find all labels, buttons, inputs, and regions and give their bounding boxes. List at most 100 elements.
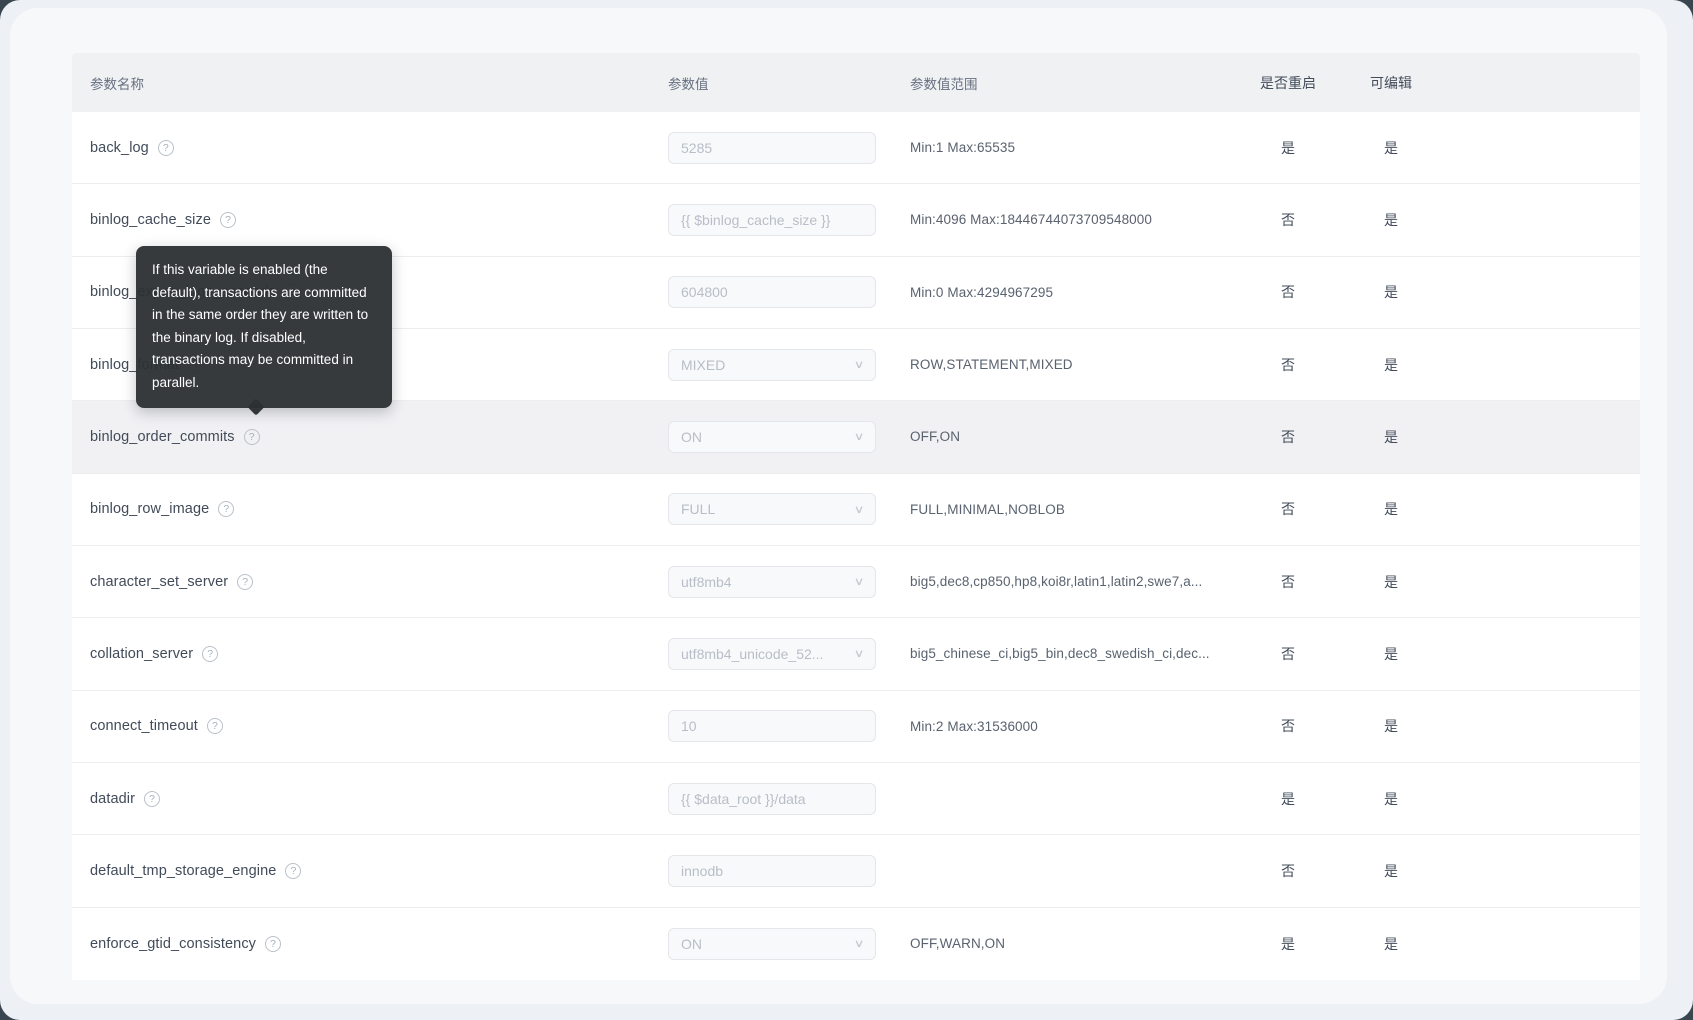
help-icon[interactable]: ? (206, 718, 223, 735)
table-row: enforce_gtid_consistency ? ON ∨ OFF,WARN,… (72, 907, 1640, 980)
param-value-input[interactable] (668, 276, 876, 309)
param-value-select[interactable]: ON ∨ (668, 420, 876, 453)
column-header-editable: 可编辑 (1370, 74, 1412, 91)
param-name: enforce_gtid_consistency (90, 935, 257, 952)
param-name: datadir (90, 790, 136, 807)
select-value: utf8mb4 (681, 573, 732, 590)
table-row: character_set_server ? utf8mb4 ∨ big5,dec… (72, 545, 1640, 619)
help-icon[interactable]: ? (220, 211, 237, 228)
restart-value: 否 (1281, 645, 1295, 662)
param-name: default_tmp_storage_engine (90, 862, 277, 879)
parameter-table: 参数名称 参数值 参数值范围 是否重启 可编辑 back_log ? Min:1… (72, 53, 1640, 980)
help-icon[interactable]: ? (202, 645, 219, 662)
column-header-restart: 是否重启 (1260, 74, 1316, 91)
param-value-cell (668, 854, 910, 887)
param-range: Min:0 Max:4294967295 (910, 284, 1054, 300)
editable-value: 是 (1384, 428, 1398, 445)
param-value-input[interactable] (668, 710, 876, 743)
select-value: ON (681, 935, 702, 952)
param-value-input[interactable] (668, 203, 876, 236)
editable-value: 是 (1384, 573, 1398, 590)
param-value-select[interactable]: FULL ∨ (668, 493, 876, 526)
param-name: binlog_row_image (90, 501, 210, 518)
select-value: utf8mb4_unicode_52... (681, 645, 824, 662)
table-header: 参数名称 参数值 参数值范围 是否重启 可编辑 (72, 53, 1640, 112)
help-icon[interactable]: ? (265, 935, 282, 952)
help-icon[interactable]: ? (243, 428, 260, 445)
param-range: Min:4096 Max:18446744073709548000 (910, 212, 1153, 228)
param-value-select[interactable]: utf8mb4 ∨ (668, 565, 876, 598)
param-name: character_set_server (90, 573, 229, 590)
app-frame: 参数名称 参数值 参数值范围 是否重启 可编辑 back_log ? Min:1… (0, 0, 1693, 1020)
editable-value: 是 (1384, 501, 1398, 518)
editable-value: 是 (1384, 284, 1398, 301)
table-row: back_log ? Min:1 Max:65535 是 是 (72, 112, 1640, 185)
table-row: datadir ? 是 是 (72, 762, 1640, 836)
param-value-cell: ON ∨ (668, 420, 910, 453)
param-range: big5,dec8,cp850,hp8,koi8r,latin1,latin2,… (910, 574, 1203, 590)
param-name: binlog_order_commits (90, 428, 235, 445)
editable-value: 是 (1384, 862, 1398, 879)
editable-value: 是 (1384, 718, 1398, 735)
restart-value: 是 (1281, 139, 1295, 156)
param-value-cell: ON ∨ (668, 927, 910, 960)
editable-value: 是 (1384, 356, 1398, 373)
table-row: default_tmp_storage_engine ? 否 是 (72, 835, 1640, 908)
editable-value: 是 (1384, 790, 1398, 807)
help-icon[interactable]: ? (285, 862, 302, 879)
restart-value: 是 (1281, 935, 1295, 952)
table-row: collation_server ? utf8mb4_unicode_52...… (72, 618, 1640, 691)
restart-value: 否 (1281, 862, 1295, 879)
param-range: FULL,MINIMAL,NOBLOB (910, 501, 1065, 517)
param-value-cell: FULL ∨ (668, 493, 910, 526)
restart-value: 否 (1281, 501, 1295, 518)
chevron-down-icon: ∨ (853, 431, 865, 444)
chevron-down-icon: ∨ (853, 503, 865, 516)
table-row: binlog_row_image ? FULL ∨ FULL,MINIMAL,NO… (72, 473, 1640, 546)
restart-value: 否 (1281, 284, 1295, 301)
param-value-cell (668, 710, 910, 743)
restart-value: 否 (1281, 718, 1295, 735)
param-value-input[interactable] (668, 854, 876, 887)
restart-value: 否 (1281, 356, 1295, 373)
restart-value: 否 (1281, 211, 1295, 228)
restart-value: 否 (1281, 428, 1295, 445)
param-name: connect_timeout (90, 718, 198, 735)
param-value-select[interactable]: MIXED ∨ (668, 348, 876, 381)
param-name: binlog_cache_size (90, 211, 212, 228)
param-value-select[interactable]: utf8mb4_unicode_52... ∨ (668, 637, 876, 670)
param-range: Min:2 Max:31536000 (910, 718, 1038, 734)
help-icon[interactable]: ? (218, 501, 235, 518)
select-value: ON (681, 428, 702, 445)
param-range: Min:1 Max:65535 (910, 140, 1016, 156)
param-value-cell (668, 203, 910, 236)
param-value-cell: MIXED ∨ (668, 348, 910, 381)
param-range: ROW,STATEMENT,MIXED (910, 357, 1073, 373)
select-value: FULL (681, 501, 716, 518)
param-name: back_log (90, 139, 149, 156)
tooltip: If this variable is enabled (the default… (136, 246, 392, 416)
param-name: collation_server (90, 645, 194, 662)
tooltip-text: If this variable is enabled (the default… (152, 262, 369, 390)
editable-value: 是 (1384, 935, 1398, 952)
page-background: 参数名称 参数值 参数值范围 是否重启 可编辑 back_log ? Min:1… (10, 8, 1667, 1004)
param-range: OFF,WARN,ON (910, 936, 1006, 952)
select-value: MIXED (681, 356, 726, 373)
param-range: OFF,ON (910, 429, 961, 445)
column-header-range: 参数值范围 (910, 76, 978, 92)
chevron-down-icon: ∨ (853, 648, 865, 661)
table-body: back_log ? Min:1 Max:65535 是 是 binlog_ca… (72, 112, 1640, 980)
restart-value: 否 (1281, 573, 1295, 590)
help-icon[interactable]: ? (237, 573, 254, 590)
param-value-input[interactable] (668, 782, 876, 815)
restart-value: 是 (1281, 790, 1295, 807)
chevron-down-icon: ∨ (853, 938, 865, 951)
param-value-select[interactable]: ON ∨ (668, 927, 876, 960)
help-icon[interactable]: ? (157, 139, 174, 156)
param-value-input[interactable] (668, 131, 876, 164)
editable-value: 是 (1384, 139, 1398, 156)
editable-value: 是 (1384, 211, 1398, 228)
help-icon[interactable]: ? (144, 790, 161, 807)
editable-value: 是 (1384, 645, 1398, 662)
column-header-name: 参数名称 (90, 76, 144, 92)
